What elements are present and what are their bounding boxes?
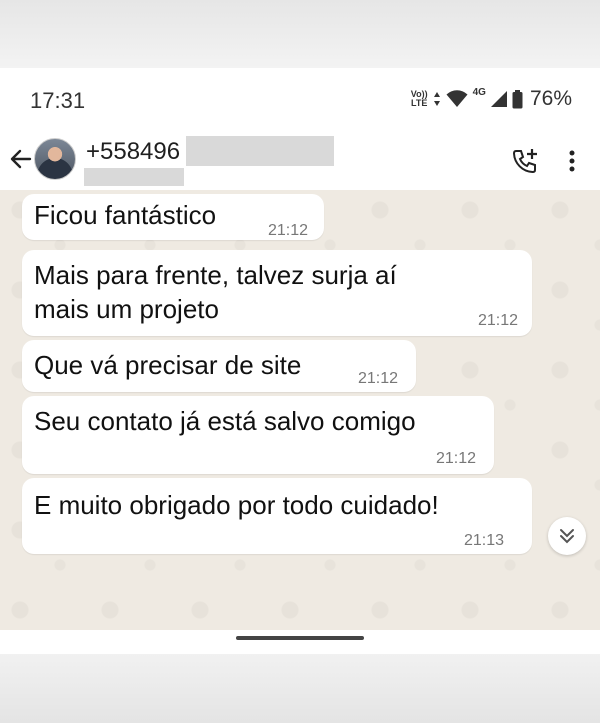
message-text: Que vá precisar de site — [34, 350, 302, 380]
status-bar: 17:31 Vo)) LTE 4G 76% — [0, 68, 600, 130]
add-call-icon[interactable] — [510, 147, 540, 175]
home-indicator[interactable] — [236, 636, 364, 640]
status-icons: Vo)) LTE 4G 76% — [411, 87, 572, 111]
navigation-bar — [0, 630, 600, 654]
chat-header: +558496 — [0, 130, 600, 190]
message-bubble[interactable]: Que vá precisar de site 21:12 — [22, 340, 416, 392]
message-bubble[interactable]: Seu contato já está salvo comigo 21:12 — [22, 396, 494, 474]
battery-icon — [512, 89, 523, 108]
message-time: 21:12 — [436, 450, 477, 467]
scroll-to-bottom-button[interactable] — [548, 517, 586, 555]
message-text: Seu contato já está salvo comigo — [34, 406, 416, 436]
message-time: 21:13 — [464, 532, 505, 549]
double-chevron-down-icon — [560, 529, 574, 544]
phone-screen: 17:31 Vo)) LTE 4G 76% +558496 Ficou fant… — [0, 68, 600, 654]
data-arrows-icon — [433, 92, 440, 106]
wifi-icon — [446, 90, 468, 107]
message-text: E muito obrigado por todo cuidado! — [34, 490, 439, 520]
volte-indicator: Vo)) LTE — [411, 90, 428, 108]
message-bubble[interactable]: E muito obrigado por todo cuidado! 21:13 — [22, 478, 532, 554]
arrow-back-icon[interactable] — [8, 144, 34, 174]
status-time: 17:31 — [30, 88, 86, 113]
more-vert-icon[interactable] — [562, 147, 582, 175]
signal-icon — [490, 91, 507, 107]
message-bubble[interactable]: Ficou fantástico 21:12 — [22, 194, 324, 240]
message-text: Mais para frente, talvez surja aí mais u… — [34, 260, 397, 324]
chat-area[interactable]: Ficou fantástico 21:12 Mais para frente,… — [0, 190, 600, 630]
contact-avatar-icon[interactable] — [34, 138, 76, 180]
message-time: 21:12 — [358, 370, 399, 387]
top-frame — [0, 0, 600, 68]
message-bubble[interactable]: Mais para frente, talvez surja aí mais u… — [22, 250, 532, 336]
redacted-number-block — [186, 136, 334, 166]
contact-number[interactable]: +558496 — [86, 138, 180, 166]
message-text: Ficou fantástico — [34, 200, 217, 230]
network-type-label: 4G — [472, 87, 486, 98]
redacted-status-block — [84, 168, 184, 186]
bottom-frame — [0, 654, 600, 723]
battery-percent: 76% — [529, 87, 572, 110]
volte-label-bottom: LTE — [411, 98, 428, 108]
message-time: 21:12 — [478, 312, 519, 329]
message-time: 21:12 — [268, 222, 309, 239]
